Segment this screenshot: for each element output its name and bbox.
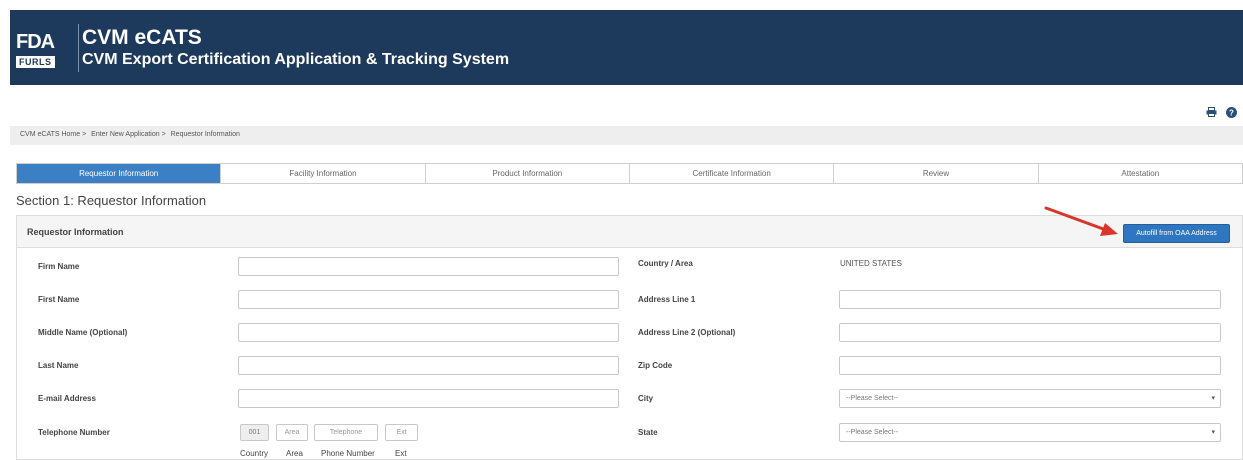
- city-select-value: --Please Select--: [846, 395, 899, 402]
- tab-product-information[interactable]: Product Information: [425, 164, 630, 183]
- state-select[interactable]: --Please Select-- ▾: [839, 423, 1221, 442]
- tab-requestor-information[interactable]: Requestor Information: [17, 164, 222, 183]
- zip-code-input[interactable]: [839, 356, 1221, 375]
- tab-facility-information[interactable]: Facility Information: [221, 164, 426, 183]
- first-name-label: First Name: [38, 295, 80, 304]
- tab-attestation[interactable]: Attestation: [1038, 164, 1242, 183]
- tab-certificate-information[interactable]: Certificate Information: [629, 164, 835, 183]
- middle-name-input[interactable]: [238, 323, 619, 342]
- app-title: CVM eCATS: [82, 26, 202, 49]
- chevron-down-icon: ▾: [1211, 429, 1215, 436]
- phone-number-label: Phone Number: [321, 449, 375, 458]
- phone-ext-label: Ext: [395, 449, 407, 458]
- page-tools: ?: [1205, 106, 1237, 118]
- logo-fda-text: FDA: [16, 31, 55, 53]
- annotation-arrow-icon: [1044, 206, 1118, 236]
- breadcrumb-home[interactable]: CVM eCATS Home >: [20, 131, 86, 138]
- last-name-input[interactable]: [238, 356, 619, 375]
- section-title: Section 1: Requestor Information: [16, 193, 207, 208]
- app-header: FDA FURLS CVM eCATS CVM Export Certifica…: [10, 10, 1243, 85]
- country-area-value: UNITED STATES: [840, 259, 902, 268]
- panel-title: Requestor Information: [27, 227, 124, 237]
- help-icon[interactable]: ?: [1225, 106, 1237, 118]
- phone-number-input[interactable]: Telephone: [314, 424, 378, 441]
- fda-furls-logo: FDA FURLS: [16, 32, 72, 70]
- first-name-input[interactable]: [238, 290, 619, 309]
- wizard-tabs: Requestor Information Facility Informati…: [16, 163, 1243, 184]
- address-line-1-label: Address Line 1: [638, 295, 696, 304]
- state-label: State: [638, 428, 658, 437]
- telephone-label: Telephone Number: [38, 428, 110, 437]
- firm-name-label: Firm Name: [38, 262, 80, 271]
- phone-country-code-field: 001: [240, 424, 269, 441]
- breadcrumb-enter-new-application[interactable]: Enter New Application >: [91, 131, 166, 138]
- address-line-2-label: Address Line 2 (Optional): [638, 328, 736, 337]
- country-area-label: Country / Area: [638, 259, 693, 268]
- last-name-label: Last Name: [38, 361, 79, 370]
- tab-review[interactable]: Review: [834, 164, 1039, 183]
- print-icon[interactable]: [1205, 106, 1217, 118]
- middle-name-label: Middle Name (Optional): [38, 328, 128, 337]
- address-line-2-input[interactable]: [839, 323, 1221, 342]
- logo-furls-text: FURLS: [16, 56, 55, 68]
- firm-name-input[interactable]: [238, 257, 619, 276]
- app-subtitle: CVM Export Certification Application & T…: [82, 51, 510, 68]
- svg-text:?: ?: [1229, 108, 1234, 117]
- email-input[interactable]: [238, 389, 619, 408]
- header-divider: [78, 24, 79, 72]
- breadcrumb: CVM eCATS Home > Enter New Application >…: [10, 126, 1243, 145]
- address-line-1-input[interactable]: [839, 290, 1221, 309]
- phone-area-input[interactable]: Area: [276, 424, 308, 441]
- email-label: E-mail Address: [38, 394, 96, 403]
- phone-country-label: Country: [240, 449, 269, 458]
- breadcrumb-current: Requestor Information: [170, 131, 240, 138]
- autofill-oaa-address-button[interactable]: Autofill from OAA Address: [1123, 224, 1230, 243]
- zip-code-label: Zip Code: [638, 361, 673, 370]
- state-select-value: --Please Select--: [846, 429, 899, 436]
- chevron-down-icon: ▾: [1211, 395, 1215, 402]
- phone-ext-input[interactable]: Ext: [385, 424, 418, 441]
- city-select[interactable]: --Please Select-- ▾: [839, 389, 1221, 408]
- phone-area-label: Area: [286, 449, 303, 458]
- city-label: City: [638, 394, 654, 403]
